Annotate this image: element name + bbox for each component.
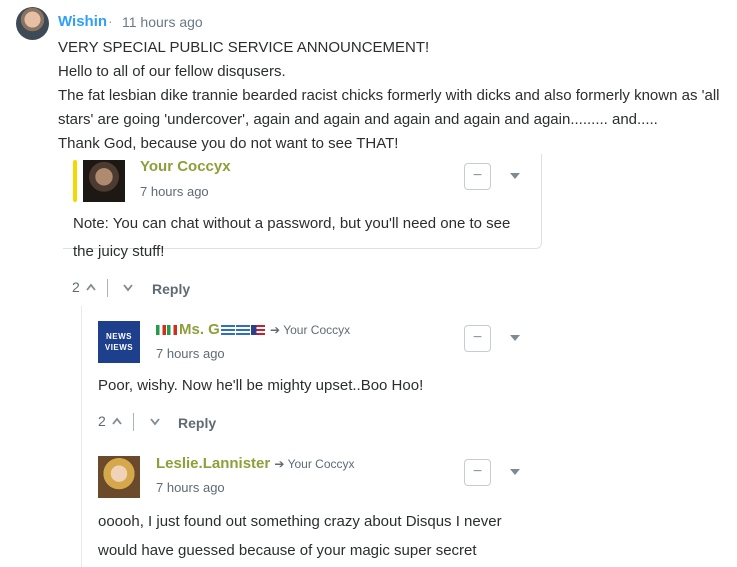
reply-button[interactable]: Reply — [178, 415, 216, 431]
avatar-wishin[interactable] — [16, 7, 49, 40]
chevron-down-icon[interactable] — [510, 173, 520, 179]
reply-arrow-icon: ➔ — [270, 323, 281, 337]
reply-body: Note: You can chat without a password, b… — [73, 210, 510, 266]
chevron-down-icon[interactable] — [510, 469, 520, 475]
comment-timestamp[interactable]: 11 hours ago — [122, 14, 203, 30]
reply-button[interactable]: Reply — [152, 281, 190, 297]
avatar-your-coccyx[interactable] — [83, 160, 125, 202]
downvote-icon[interactable] — [122, 282, 134, 292]
downvote-icon[interactable] — [149, 416, 161, 426]
italy-flag-icon — [167, 325, 177, 335]
greece-flag-icon — [235, 325, 250, 335]
reply-line: Note: You can chat without a password, b… — [73, 215, 511, 232]
reply-author-row: Leslie.Lannister ➔ Your Coccyx — [156, 455, 355, 472]
upvote-icon[interactable] — [85, 282, 97, 292]
reply-author[interactable]: Your Coccyx — [140, 158, 231, 175]
chevron-down-icon[interactable] — [510, 335, 520, 341]
reply-timestamp[interactable]: 7 hours ago — [156, 346, 225, 361]
comment-line: Thank God, because you do not want to se… — [58, 135, 399, 152]
avatar-news-views[interactable]: NEWS VIEWS — [98, 321, 140, 363]
in-reply-to-name[interactable]: Your Coccyx — [283, 323, 350, 337]
comment-line: The fat lesbian dike trannie bearded rac… — [58, 87, 720, 104]
comment-body: VERY SPECIAL PUBLIC SERVICE ANNOUNCEMENT… — [58, 36, 734, 156]
reply-arrow-icon: ➔ — [274, 457, 285, 471]
upvote-count: 2 — [98, 413, 106, 429]
reply-line: ooooh, I just found out something crazy … — [98, 513, 502, 530]
usa-flag-icon — [250, 325, 265, 335]
collapse-button[interactable]: − — [464, 325, 491, 352]
comment-line: Hello to all of our fellow disqusers. — [58, 63, 286, 80]
reply-timestamp[interactable]: 7 hours ago — [156, 480, 225, 495]
thread-line — [81, 306, 82, 567]
in-reply-to[interactable]: ➔ Your Coccyx — [270, 323, 350, 337]
italy-flag-icon — [156, 325, 166, 335]
avatar-text: NEWS — [106, 332, 132, 341]
collapse-button[interactable]: − — [464, 163, 491, 190]
meta-separator: · — [108, 13, 113, 29]
vote-divider — [107, 279, 108, 297]
reply-line: the juicy stuff! — [73, 243, 165, 260]
vote-divider — [133, 413, 134, 431]
highlight-bar — [73, 160, 77, 202]
in-reply-to-name[interactable]: Your Coccyx — [288, 457, 355, 471]
reply-body: Poor, wishy. Now he'll be mighty upset..… — [98, 377, 424, 394]
reply-author-row: Ms. G ➔ Your Coccyx — [156, 321, 350, 338]
avatar-leslie-lannister[interactable] — [98, 456, 140, 498]
reply-author[interactable]: Ms. G — [179, 321, 220, 338]
reply-timestamp[interactable]: 7 hours ago — [140, 184, 209, 199]
comment-author[interactable]: Wishin — [58, 13, 107, 30]
collapse-button[interactable]: − — [464, 459, 491, 486]
in-reply-to[interactable]: ➔ Your Coccyx — [274, 457, 354, 471]
reply-author[interactable]: Leslie.Lannister — [156, 455, 270, 472]
upvote-count: 2 — [72, 279, 80, 295]
upvote-icon[interactable] — [111, 416, 123, 426]
reply-line: would have guessed because of your magic… — [98, 542, 477, 559]
comment-line: VERY SPECIAL PUBLIC SERVICE ANNOUNCEMENT… — [58, 39, 430, 56]
greece-flag-icon — [220, 325, 235, 335]
comment-line: stars' are going 'undercover', again and… — [58, 111, 658, 128]
reply-body: ooooh, I just found out something crazy … — [98, 507, 502, 565]
avatar-text: VIEWS — [104, 343, 134, 352]
